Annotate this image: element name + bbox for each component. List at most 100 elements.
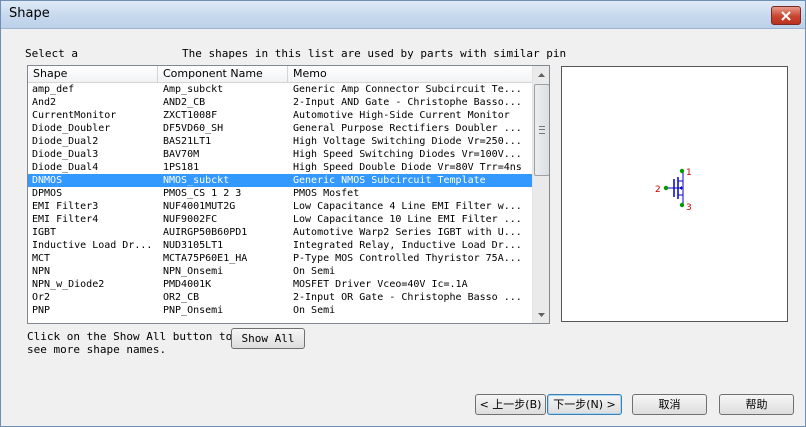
component-cell: NPN_Onsemi [163, 266, 224, 277]
table-row[interactable]: Diode_Dual4 1PS181 High Speed Double Diode… [28, 161, 532, 174]
component-cell: PNP_Onsemi [163, 305, 224, 316]
table-row[interactable]: MCT MCTA75P60E1_HA P-Type MOS Controlled T… [28, 252, 532, 265]
column-header-memo[interactable]: Memo [288, 66, 532, 82]
shape-cell: Diode_Dual3 [32, 149, 99, 160]
component-cell: BAS21LT1 [163, 136, 212, 147]
component-cell: AND2_CB [163, 97, 206, 108]
scroll-down-button[interactable] [533, 306, 549, 323]
show-all-help: Click on the Show All button to see more… [27, 330, 232, 356]
scroll-thumb[interactable] [534, 84, 549, 176]
memo-cell: General Purpose Rectifiers Doubler ... [293, 123, 522, 134]
component-cell: MCTA75P60E1_HA [163, 253, 248, 264]
shape-cell: amp_def [32, 84, 75, 95]
table-row[interactable]: IGBT AUIRGP50B60PD1 Automotive Warp2 Serie… [28, 226, 532, 239]
component-cell: ZXCT1008F [163, 110, 218, 121]
table-row[interactable]: DNMOS NMOS_subckt Generic NMOS Subcircuit … [28, 174, 532, 187]
grip-icon [539, 126, 545, 134]
window-title: Shape [9, 6, 50, 21]
component-cell: Amp_subckt [163, 84, 224, 95]
table-row[interactable]: Diode_Doubler DF5VD60_SH General Purpose R… [28, 122, 532, 135]
component-cell: PMD4001K [163, 279, 212, 290]
list-header: Shape Component Name Memo [28, 66, 532, 83]
vertical-scrollbar[interactable] [532, 66, 549, 323]
close-button[interactable] [771, 6, 801, 25]
pin1-dot [679, 168, 685, 174]
arrow-up-icon [538, 72, 545, 77]
component-cell: NUF4001MUT2G [163, 201, 236, 212]
table-row[interactable]: NPN NPN_Onsemi On Semi [28, 265, 532, 278]
shape-cell: Inductive Load Dr... [32, 240, 153, 251]
shape-cell: Diode_Dual4 [32, 162, 99, 173]
memo-cell: 2-Input OR Gate - Christophe Basso ... [293, 292, 522, 303]
next-button[interactable]: 下一步(N) > [547, 394, 622, 415]
memo-cell: On Semi [293, 305, 336, 316]
column-header-shape[interactable]: Shape [28, 66, 158, 82]
shape-cell: DPMOS [32, 188, 63, 199]
memo-cell: Generic Amp Connector Subcircuit Te... [293, 84, 522, 95]
memo-cell: 2-Input AND Gate - Christophe Basso... [293, 97, 522, 108]
shape-cell: NPN [32, 266, 51, 277]
memo-cell: PMOS Mosfet [293, 188, 360, 199]
shape-cell: Or2 [32, 292, 51, 303]
memo-cell: Generic NMOS Subcircuit Template [293, 175, 486, 186]
pin3-dot [679, 202, 685, 208]
shape-dialog: Shape Select a The shapes in this list a… [0, 0, 806, 427]
table-row[interactable]: Diode_Dual3 BAV70M High Speed Switching Di… [28, 148, 532, 161]
memo-cell: High Speed Double Diode Vr=80V Trr=4ns [293, 162, 522, 173]
cancel-button[interactable]: 取消 [632, 394, 707, 415]
help-line-2: see more shape names. [27, 343, 167, 356]
memo-cell: Low Capacitance 10 Line EMI Filter ... [293, 214, 522, 225]
memo-cell: P-Type MOS Controlled Thyristor 75A... [293, 253, 522, 264]
list-rows: amp_def Amp_subckt Generic Amp Connector S… [28, 83, 532, 317]
table-row[interactable]: And2 AND2_CB 2-Input AND Gate - Christophe… [28, 96, 532, 109]
table-row[interactable]: CurrentMonitor ZXCT1008F Automotive High-S… [28, 109, 532, 122]
pin2-label: 2 [655, 185, 661, 195]
table-row[interactable]: EMI Filter4 NUF9002FC Low Capacitance 10 L… [28, 213, 532, 226]
shape-cell: Diode_Doubler [32, 123, 111, 134]
component-cell: NUD3105LT1 [163, 240, 224, 251]
component-cell: BAV70M [163, 149, 200, 160]
title-bar: Shape [1, 1, 805, 29]
scroll-up-button[interactable] [533, 66, 549, 83]
pin1-label: 1 [686, 168, 692, 178]
shape-cell: EMI Filter4 [32, 214, 99, 225]
memo-cell: High Speed Switching Diodes Vr=100V... [293, 149, 522, 160]
memo-cell: MOSFET Driver Vceo=40V Ic=.1A [293, 279, 468, 290]
column-header-component[interactable]: Component Name [158, 66, 288, 82]
back-button[interactable]: < 上一步(B) [475, 394, 546, 415]
shape-cell: PNP [32, 305, 51, 316]
component-cell: DF5VD60_SH [163, 123, 224, 134]
arrow-down-icon [538, 312, 545, 317]
help-button[interactable]: 帮助 [719, 394, 794, 415]
shape-list[interactable]: Shape Component Name Memo amp_def Amp_sub… [27, 65, 550, 324]
table-row[interactable]: Inductive Load Dr... NUD3105LT1 Integrated… [28, 239, 532, 252]
table-row[interactable]: DPMOS PMOS_CS 1 2 3 PMOS Mosfet [28, 187, 532, 200]
shape-cell: IGBT [32, 227, 57, 238]
shapes-info-text: The shapes in this list are used by part… [182, 47, 567, 60]
body-arrow [679, 186, 682, 190]
pin2-dot [663, 185, 669, 191]
memo-cell: Automotive Warp2 Series IGBT with U... [293, 227, 522, 238]
component-cell: OR2_CB [163, 292, 200, 303]
shape-cell: NPN_w_Diode2 [32, 279, 105, 290]
component-cell: NUF9002FC [163, 214, 218, 225]
shape-cell: Diode_Dual2 [32, 136, 99, 147]
memo-cell: Integrated Relay, Inductive Load Dr... [293, 240, 522, 251]
memo-cell: Automotive High-Side Current Monitor [293, 110, 510, 121]
component-cell: PMOS_CS 1 2 3 [163, 188, 242, 199]
shape-cell: CurrentMonitor [32, 110, 117, 121]
table-row[interactable]: NPN_w_Diode2 PMD4001K MOSFET Driver Vceo=4… [28, 278, 532, 291]
close-icon [781, 10, 791, 21]
memo-cell: On Semi [293, 266, 336, 277]
table-row[interactable]: Or2 OR2_CB 2-Input OR Gate - Christophe Ba… [28, 291, 532, 304]
show-all-button[interactable]: Show All [231, 328, 305, 349]
table-row[interactable]: Diode_Dual2 BAS21LT1 High Voltage Switchin… [28, 135, 532, 148]
help-line-1: Click on the Show All button to [27, 330, 233, 343]
table-row[interactable]: amp_def Amp_subckt Generic Amp Connector S… [28, 83, 532, 96]
shape-cell: EMI Filter3 [32, 201, 99, 212]
shape-preview: 1 2 3 [561, 66, 788, 322]
table-row[interactable]: PNP PNP_Onsemi On Semi [28, 304, 532, 317]
component-cell: AUIRGP50B60PD1 [163, 227, 248, 238]
table-row[interactable]: EMI Filter3 NUF4001MUT2G Low Capacitance 4… [28, 200, 532, 213]
component-cell: NMOS_subckt [163, 175, 230, 186]
